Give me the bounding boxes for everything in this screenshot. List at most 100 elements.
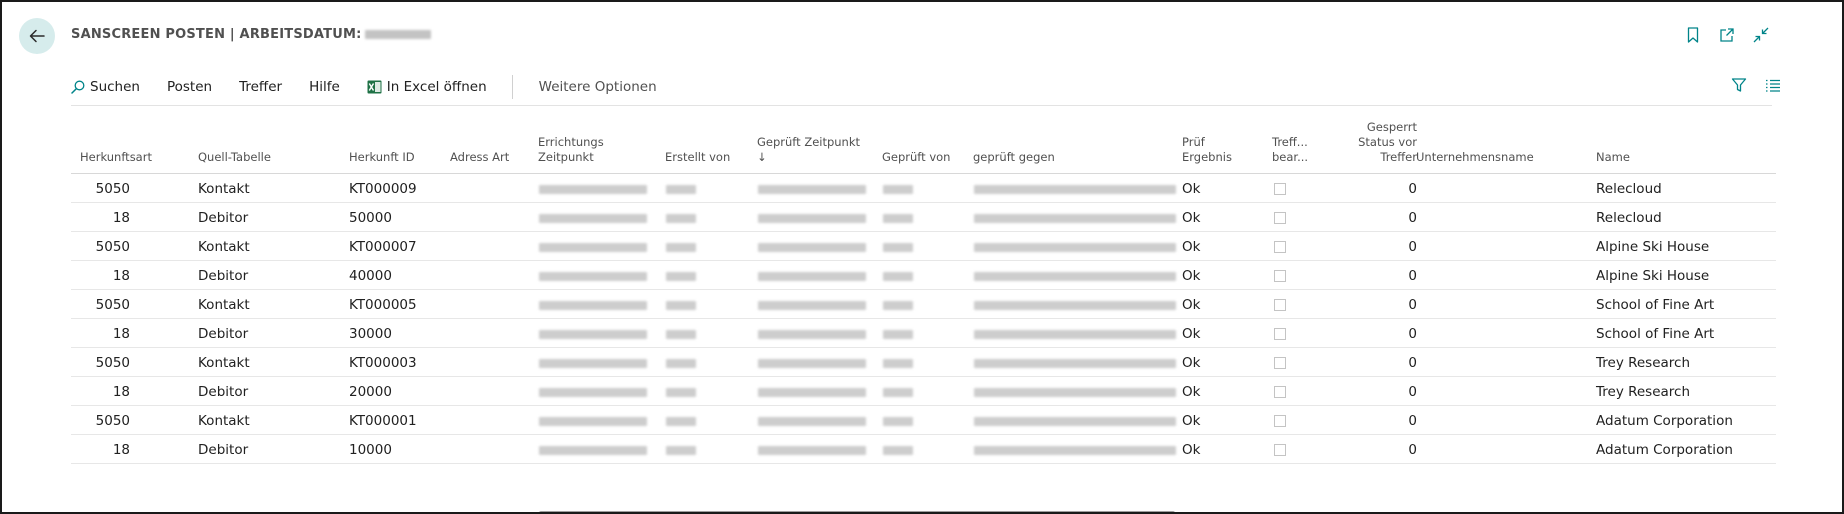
col-erstellt-von[interactable]: Erstellt von	[665, 150, 730, 165]
more-options-button[interactable]: Weitere Optionen	[539, 79, 657, 95]
cell-herkunft-id[interactable]: 20000	[349, 384, 392, 400]
table-row[interactable]: 18 Debitor 20000 Ok 0 Trey Research	[71, 377, 1776, 406]
cell-herkunftsart: 18	[112, 268, 130, 284]
cell-herkunft-id[interactable]: KT000007	[349, 239, 417, 255]
treffer-label: Treffer	[239, 79, 283, 95]
toolbar-right-actions	[1730, 76, 1782, 94]
treffer-bearbeitet-checkbox[interactable]	[1274, 415, 1286, 427]
grid-header: Herkunftsart Quell-Tabelle Herkunft ID A…	[71, 106, 1776, 174]
cell-pruef-ergebnis: Ok	[1182, 384, 1201, 400]
table-row[interactable]: 18 Debitor 10000 Ok 0 Adatum Corporation	[71, 435, 1776, 464]
col-geprueft-von[interactable]: Geprüft von	[882, 150, 950, 165]
col-name[interactable]: Name	[1596, 150, 1630, 165]
bookmark-button[interactable]	[1684, 26, 1702, 44]
table-row[interactable]: 5050 Kontakt KT000001 Ok 0 Adatum Corporation	[71, 406, 1776, 435]
cell-herkunft-id[interactable]: KT000005	[349, 297, 417, 313]
treffer-bearbeitet-checkbox[interactable]	[1274, 270, 1286, 282]
col-pruef-label-1: Prüf	[1182, 135, 1205, 149]
col-name-label: Name	[1596, 150, 1630, 164]
cell-herkunftsart: 18	[112, 384, 130, 400]
cell-quell-tabelle[interactable]: Debitor	[198, 442, 248, 458]
treffer-bearbeitet-checkbox[interactable]	[1274, 386, 1286, 398]
cell-quell-tabelle[interactable]: Kontakt	[198, 181, 250, 197]
table-row[interactable]: 5050 Kontakt KT000007 Ok 0 Alpine Ski House	[71, 232, 1776, 261]
cell-herkunftsart: 18	[112, 442, 130, 458]
col-errichtungs-zeitpunkt[interactable]: Errichtungs Zeitpunkt	[538, 135, 604, 165]
cell-herkunft-id[interactable]: 40000	[349, 268, 392, 284]
col-geprueft-zeitpunkt[interactable]: Geprüft Zeitpunkt ↓	[757, 135, 860, 165]
table-row[interactable]: 5050 Kontakt KT000009 Ok 0 Relecloud	[71, 174, 1776, 203]
col-herkunft-id[interactable]: Herkunft ID	[349, 150, 415, 165]
hilfe-menu[interactable]: Hilfe	[309, 79, 340, 95]
cell-quell-tabelle[interactable]: Kontakt	[198, 413, 250, 429]
col-quell-tabelle[interactable]: Quell-Tabelle	[198, 150, 271, 165]
search-button[interactable]: Suchen	[71, 79, 140, 95]
posten-menu[interactable]: Posten	[167, 79, 212, 95]
table-row[interactable]: 5050 Kontakt KT000005 Ok 0 School of Fine Art	[71, 290, 1776, 319]
col-gesperrt-label-2: Status vor	[1358, 135, 1417, 149]
cell-herkunft-id[interactable]: 10000	[349, 442, 392, 458]
redacted-erstellt-von	[666, 388, 696, 397]
cell-quell-tabelle[interactable]: Kontakt	[198, 239, 250, 255]
cell-quell-tabelle[interactable]: Debitor	[198, 326, 248, 342]
filter-button[interactable]	[1730, 76, 1748, 94]
redacted-geprueft-gegen	[974, 243, 1176, 252]
filter-icon	[1731, 78, 1747, 92]
treffer-bearbeitet-checkbox[interactable]	[1274, 241, 1286, 253]
col-adress-art[interactable]: Adress Art	[450, 150, 509, 165]
redacted-geprueft-von	[883, 214, 913, 223]
redacted-geprueft-von	[883, 272, 913, 281]
col-herkunftsart[interactable]: Herkunftsart	[80, 150, 152, 165]
col-treff-label-2: bear...	[1272, 150, 1309, 164]
cell-quell-tabelle[interactable]: Debitor	[198, 210, 248, 226]
table-row[interactable]: 18 Debitor 50000 Ok 0 Relecloud	[71, 203, 1776, 232]
treffer-bearbeitet-checkbox[interactable]	[1274, 357, 1286, 369]
cell-quell-tabelle[interactable]: Debitor	[198, 268, 248, 284]
redacted-geprueft-von	[883, 388, 913, 397]
cell-herkunft-id[interactable]: KT000003	[349, 355, 417, 371]
collapse-button[interactable]	[1752, 26, 1770, 44]
redacted-geprueft-zeitpunkt	[758, 301, 866, 310]
cell-pruef-ergebnis: Ok	[1182, 268, 1201, 284]
treffer-bearbeitet-checkbox[interactable]	[1274, 328, 1286, 340]
col-unternehmensname[interactable]: Unternehmensname	[1416, 150, 1534, 165]
col-treffer-bearbeitet[interactable]: Treff... bear...	[1272, 135, 1308, 165]
redacted-errichtung	[539, 214, 647, 223]
treffer-bearbeitet-checkbox[interactable]	[1274, 444, 1286, 456]
cell-herkunft-id[interactable]: KT000009	[349, 181, 417, 197]
cell-herkunft-id[interactable]: 30000	[349, 326, 392, 342]
col-unternehmen-label: Unternehmensname	[1416, 150, 1534, 164]
col-geprueft-gegen[interactable]: geprüft gegen	[973, 150, 1055, 165]
cell-gesperrt-status: 0	[1408, 210, 1417, 226]
cell-herkunft-id[interactable]: KT000001	[349, 413, 417, 429]
col-pruef-ergebnis[interactable]: Prüf Ergebnis	[1182, 135, 1232, 165]
table-row[interactable]: 5050 Kontakt KT000003 Ok 0 Trey Research	[71, 348, 1776, 377]
more-options-label: Weitere Optionen	[538, 79, 657, 95]
open-new-window-button[interactable]	[1718, 26, 1736, 44]
cell-name: Adatum Corporation	[1596, 413, 1733, 429]
cell-name: School of Fine Art	[1596, 326, 1715, 342]
treffer-menu[interactable]: Treffer	[239, 79, 282, 95]
cell-quell-tabelle[interactable]: Kontakt	[198, 297, 250, 313]
cell-gesperrt-status: 0	[1408, 326, 1417, 342]
table-row[interactable]: 18 Debitor 30000 Ok 0 School of Fine Art	[71, 319, 1776, 348]
cell-gesperrt-status: 0	[1408, 413, 1417, 429]
cell-quell-tabelle[interactable]: Kontakt	[198, 355, 250, 371]
redacted-geprueft-gegen	[974, 301, 1176, 310]
arrow-left-icon	[29, 29, 45, 43]
table-row[interactable]: 18 Debitor 40000 Ok 0 Alpine Ski House	[71, 261, 1776, 290]
cell-herkunft-id[interactable]: 50000	[349, 210, 392, 226]
cell-herkunftsart: 18	[112, 210, 130, 226]
treffer-bearbeitet-checkbox[interactable]	[1274, 183, 1286, 195]
redacted-geprueft-zeitpunkt	[758, 330, 866, 339]
back-button[interactable]	[19, 18, 55, 54]
cell-quell-tabelle[interactable]: Debitor	[198, 384, 248, 400]
col-gesperrt-label-1: Gesperrt	[1366, 120, 1417, 134]
open-in-excel-button[interactable]: In Excel öffnen	[367, 79, 487, 95]
redacted-geprueft-gegen	[974, 214, 1176, 223]
treffer-bearbeitet-checkbox[interactable]	[1274, 299, 1286, 311]
list-view-button[interactable]	[1764, 76, 1782, 94]
collapse-icon	[1753, 27, 1769, 43]
col-gesperrt-status[interactable]: Gesperrt Status vor Treffer	[1329, 120, 1417, 165]
treffer-bearbeitet-checkbox[interactable]	[1274, 212, 1286, 224]
